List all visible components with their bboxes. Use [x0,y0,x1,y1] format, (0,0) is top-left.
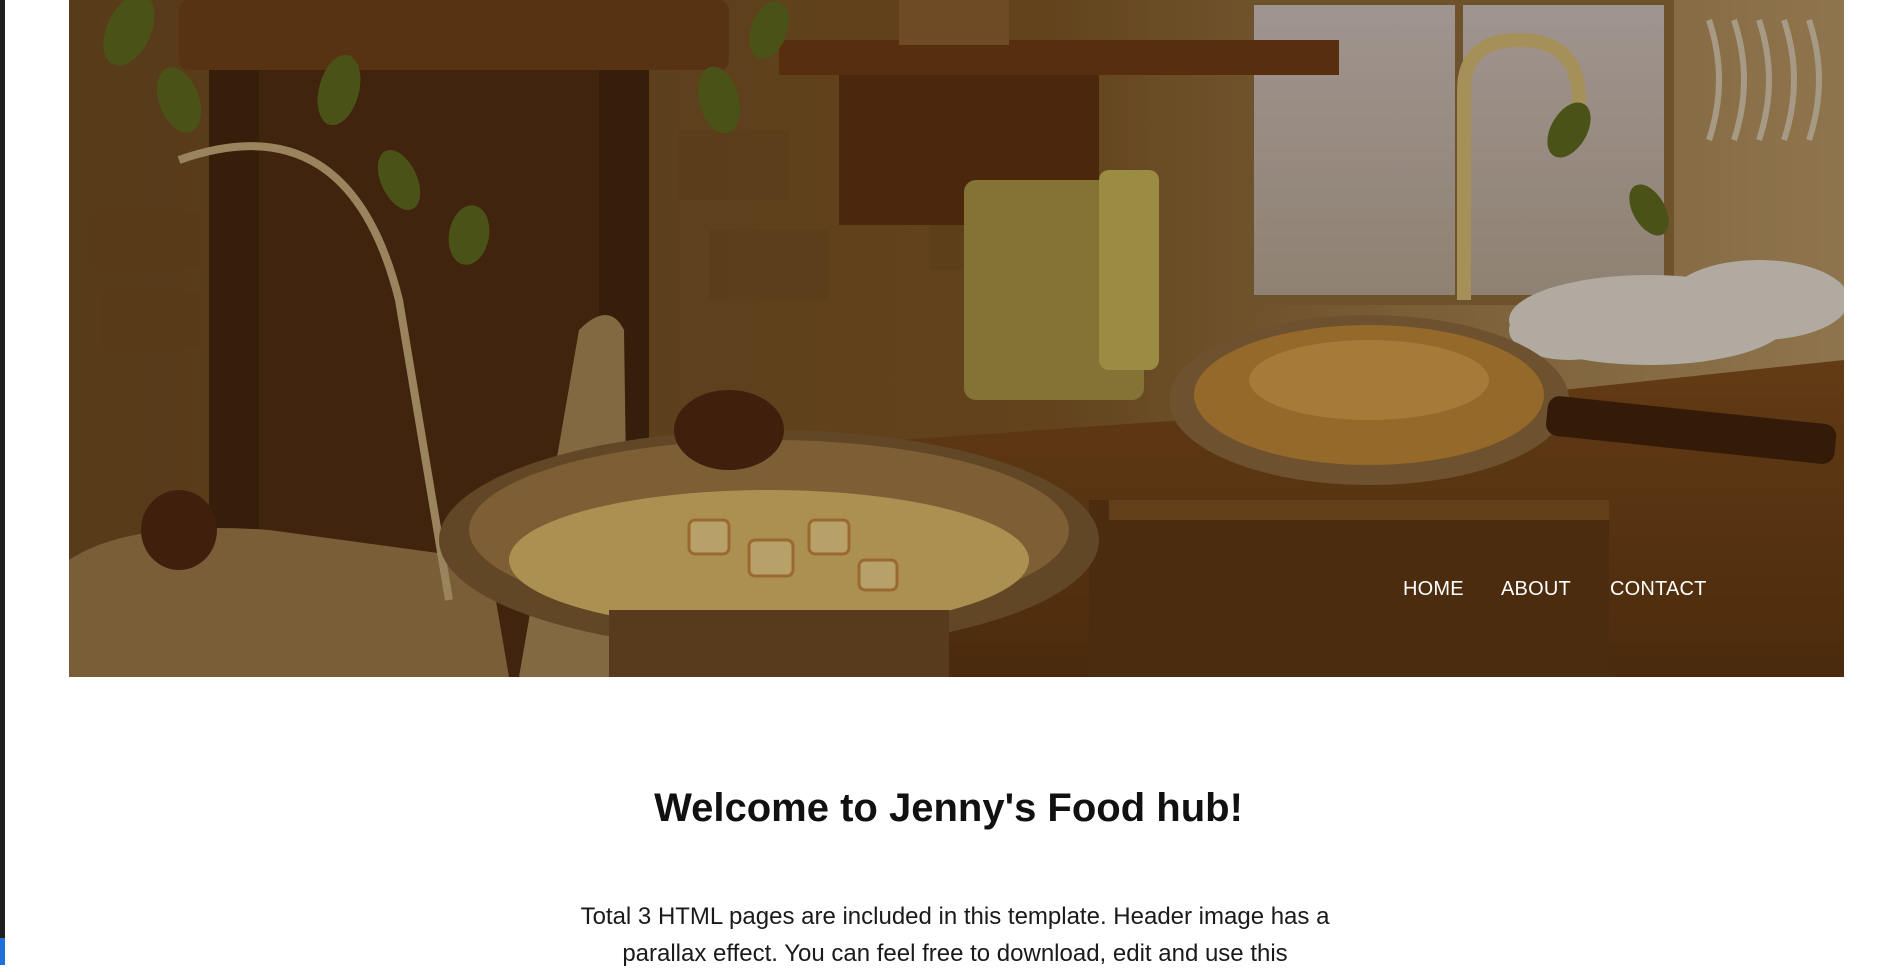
nav-about-link[interactable]: ABOUT [1501,578,1571,601]
hero-dim-overlay [69,0,1844,677]
taskbar-accent [0,938,5,965]
nav-home-link[interactable]: HOME [1403,578,1464,601]
intro-line-2: parallax effect. You can feel free to do… [622,940,1288,967]
intro-line-1: Total 3 HTML pages are included in this … [580,903,1330,930]
hero-header-image: HOME ABOUT CONTACT [69,0,1844,677]
intro-paragraph: Total 3 HTML pages are included in this … [570,898,1340,972]
nav-contact-link[interactable]: CONTACT [1610,578,1707,601]
page-title: Welcome to Jenny's Food hub! [654,786,1243,830]
main-nav: HOME ABOUT CONTACT [69,578,1844,602]
